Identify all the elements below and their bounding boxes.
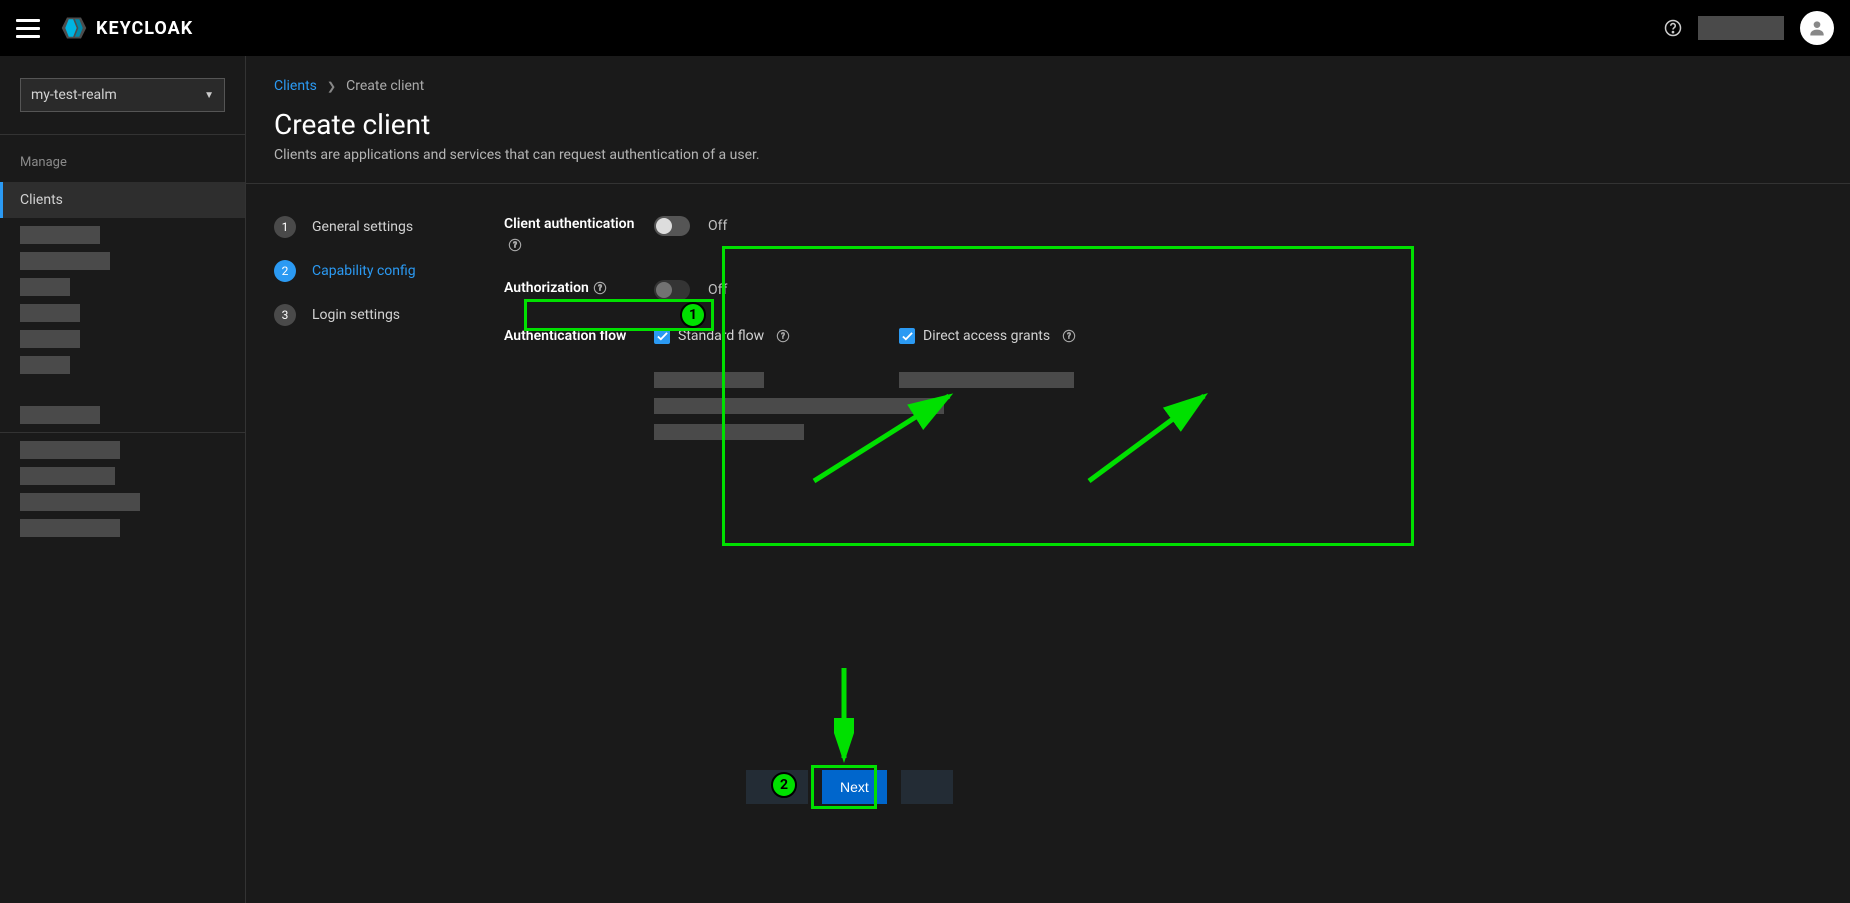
wizard-step-general-settings[interactable]: 1 General settings [274,216,464,238]
wizard-step-label: General settings [312,219,413,235]
direct-access-grants-checkbox[interactable] [899,328,915,344]
auth-flow-label: Authentication flow [504,328,654,344]
breadcrumb-clients-link[interactable]: Clients [274,78,317,94]
sidebar-item-redacted [20,467,115,485]
svg-text:?: ? [598,284,602,293]
annotation-badge-2: 2 [771,772,797,798]
client-auth-toggle[interactable] [654,216,690,236]
product-name: KEYCLOAK [96,18,193,39]
annotation-badge-1: 1 [680,302,706,328]
authorization-label: Authorization [504,280,589,296]
chevron-down-icon: ▼ [204,90,214,101]
sidebar-item-redacted [20,304,80,322]
sidebar-item-redacted [20,356,70,374]
realm-name: my-test-realm [31,87,117,103]
svg-text:?: ? [513,241,517,250]
redacted-realm-badge [1698,16,1784,40]
help-icon[interactable] [1664,19,1682,37]
cancel-button-redacted[interactable] [901,770,953,804]
sidebar-item-redacted [20,441,120,459]
sidebar-item-redacted [20,252,110,270]
wizard-step-login-settings[interactable]: 3 Login settings [274,304,464,326]
direct-access-grants-label: Direct access grants [923,328,1050,344]
sidebar-item-redacted [20,519,120,537]
sidebar-section-manage: Manage [0,147,245,182]
sidebar-item-redacted [20,493,140,511]
logo[interactable]: KEYCLOAK [60,14,193,42]
redacted-option [899,372,1074,388]
client-auth-value: Off [708,218,727,234]
page-title: Create client [274,108,1822,141]
chevron-right-icon: ❯ [327,80,336,93]
sidebar-item-redacted [20,226,100,244]
redacted-option [654,424,804,440]
wizard-step-capability-config[interactable]: 2 Capability config [274,260,464,282]
help-icon[interactable]: ? [508,238,522,252]
annotation-arrow [834,666,854,766]
wizard-step-number: 1 [274,216,296,238]
svg-text:?: ? [781,332,785,341]
wizard-step-number: 3 [274,304,296,326]
next-button[interactable]: Next [822,770,887,804]
authorization-toggle [654,280,690,300]
help-icon[interactable]: ? [776,329,790,343]
sidebar-item-redacted [20,278,70,296]
realm-selector[interactable]: my-test-realm ▼ [20,78,225,112]
wizard-step-label: Capability config [312,263,416,279]
authorization-value: Off [708,282,727,298]
nav-toggle[interactable] [16,16,40,40]
user-avatar[interactable] [1800,11,1834,45]
svg-text:?: ? [1067,332,1071,341]
sidebar-item-redacted [20,330,80,348]
wizard-step-label: Login settings [312,307,400,323]
redacted-option [654,372,764,388]
wizard-step-number: 2 [274,260,296,282]
standard-flow-checkbox[interactable] [654,328,670,344]
page-description: Clients are applications and services th… [274,147,1822,163]
help-icon[interactable]: ? [1062,329,1076,343]
standard-flow-label: Standard flow [678,328,764,344]
breadcrumb-current: Create client [346,78,424,94]
client-auth-label: Client authentication [504,216,654,232]
keycloak-logo-icon [60,14,88,42]
sidebar-item-clients[interactable]: Clients [0,182,245,218]
sidebar-section-redacted [20,406,100,424]
breadcrumb: Clients ❯ Create client [274,78,1822,94]
help-icon[interactable]: ? [593,281,607,295]
